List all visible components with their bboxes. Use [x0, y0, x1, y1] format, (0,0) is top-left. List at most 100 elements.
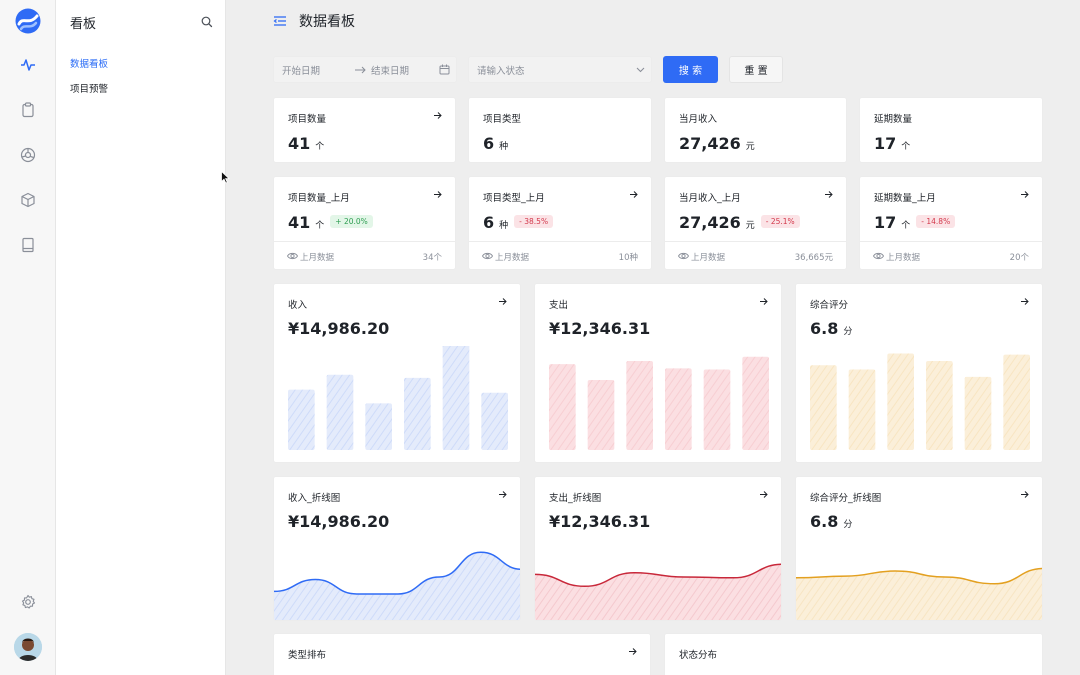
stat-number: 6	[483, 134, 495, 153]
chart-bar	[848, 369, 876, 450]
search-icon[interactable]	[200, 14, 214, 28]
arrow-right-icon[interactable]	[1019, 296, 1030, 307]
arrow-right-icon[interactable]	[497, 296, 508, 307]
change-badge: + 20.0%	[330, 215, 373, 228]
stat-title: 延期数量_上月	[874, 193, 936, 204]
activity-icon[interactable]	[19, 56, 37, 74]
nav-item-project-alert[interactable]: 项目预警	[70, 81, 108, 95]
status-select[interactable]: 请输入状态	[468, 56, 652, 83]
date-range-picker[interactable]: 开始日期 结束日期	[273, 56, 457, 83]
secondary-nav: 看板 数据看板 项目预警	[56, 0, 226, 675]
arrow-right-icon[interactable]	[1019, 189, 1030, 200]
card-title: 类型排布	[288, 650, 327, 661]
stat-card[interactable]: 延期数量 17 个	[859, 97, 1043, 163]
book-icon[interactable]	[19, 236, 37, 254]
eye-icon	[287, 252, 298, 260]
chart-bar	[326, 374, 354, 450]
bar-chart-card[interactable]: 综合评分 6.8 分	[795, 283, 1043, 463]
compare-stat-card[interactable]: 项目类型_上月 6种 - 38.5% 上月数据 10种	[468, 176, 652, 270]
arrow-right-icon[interactable]	[627, 646, 638, 657]
user-avatar[interactable]	[14, 633, 42, 661]
stat-value: 41 个	[288, 134, 324, 153]
card-footer: 上月数据 10种	[469, 241, 651, 269]
line-chart-card[interactable]: 支出_折线图 ¥12,346.31	[534, 476, 782, 621]
eye-icon	[482, 252, 493, 260]
chevron-down-icon	[636, 67, 645, 73]
compare-stat-card[interactable]: 当月收入_上月 27,426 元 - 25.1% 上月数据 36,665元	[664, 176, 847, 270]
card-title: 支出_折线图	[549, 493, 602, 504]
stat-card[interactable]: 项目类型 6种	[468, 97, 652, 163]
change-badge: - 14.8%	[916, 215, 956, 228]
chart-bar	[742, 356, 769, 450]
distribution-card[interactable]: 状态分布	[664, 633, 1043, 675]
card-footer: 上月数据 34个	[274, 241, 455, 269]
card-number: ¥14,986.20	[288, 319, 390, 338]
stat-title: 延期数量	[874, 114, 913, 125]
stat-unit: 个	[901, 142, 911, 152]
stat-value: 17 个 - 14.8%	[874, 213, 956, 232]
menu-fold-icon[interactable]	[273, 14, 287, 28]
clipboard-icon[interactable]	[19, 101, 37, 119]
arrow-right-icon[interactable]	[432, 189, 443, 200]
stat-card[interactable]: 当月收入 27,426 元	[664, 97, 847, 163]
chart-bar	[810, 365, 837, 450]
footer-value: 34个	[422, 253, 442, 263]
line-chart-card[interactable]: 综合评分_折线图 6.8 分	[795, 476, 1043, 621]
footer-value: 36,665元	[794, 253, 833, 263]
arrow-right-icon[interactable]	[823, 189, 834, 200]
settings-icon[interactable]	[19, 593, 37, 611]
stat-unit: 个	[315, 221, 325, 231]
arrow-right-icon[interactable]	[758, 296, 769, 307]
line-chart-card[interactable]: 收入_折线图 ¥14,986.20	[273, 476, 521, 621]
stat-card[interactable]: 项目数量 41 个	[273, 97, 456, 163]
chart-area	[535, 564, 781, 620]
chart-bar	[703, 369, 731, 450]
arrow-right-icon[interactable]	[1019, 489, 1030, 500]
card-title: 收入_折线图	[288, 493, 341, 504]
stat-value: 6种 - 38.5%	[483, 213, 554, 232]
bar-chart-card[interactable]: 收入 ¥14,986.20	[273, 283, 521, 463]
stat-number: 17	[874, 213, 897, 232]
arrow-right-icon[interactable]	[432, 110, 443, 121]
card-footer: 上月数据 20个	[860, 241, 1042, 269]
compare-stat-card[interactable]: 项目数量_上月 41 个 + 20.0% 上月数据 34个	[273, 176, 456, 270]
stat-number: 17	[874, 134, 897, 153]
distribution-card[interactable]: 类型排布	[273, 633, 651, 675]
card-value: 6.8 分	[810, 512, 852, 531]
footer-value: 20个	[1009, 253, 1029, 263]
chart-bar	[365, 403, 392, 450]
compare-stat-card[interactable]: 延期数量_上月 17 个 - 14.8% 上月数据 20个	[859, 176, 1043, 270]
eye-icon	[678, 252, 689, 260]
arrow-right-icon[interactable]	[497, 489, 508, 500]
stat-unit: 个	[901, 221, 911, 231]
chart-bar	[964, 376, 992, 450]
footer-value: 10种	[618, 253, 638, 263]
end-date-input[interactable]: 结束日期	[371, 63, 409, 77]
nav-section-title: 看板	[70, 17, 97, 32]
chart-bar	[626, 360, 653, 450]
chart-bar	[887, 353, 914, 450]
calendar-icon	[439, 64, 450, 75]
card-number: ¥12,346.31	[549, 512, 651, 531]
bar-chart-card[interactable]: 支出 ¥12,346.31	[534, 283, 782, 463]
arrow-right-icon[interactable]	[758, 489, 769, 500]
arrow-right-icon[interactable]	[628, 189, 639, 200]
card-title: 收入	[288, 300, 308, 311]
eye-icon	[873, 252, 884, 260]
area-chart	[796, 567, 1042, 620]
card-number: 6.8	[810, 319, 839, 338]
icon-rail	[0, 0, 56, 675]
reset-button[interactable]: 重 置	[729, 56, 783, 83]
app-logo-icon[interactable]	[15, 8, 41, 34]
main-content: 数据看板 开始日期 结束日期 请输入状态 搜 索 重 置 项目数量 41 个 项目…	[226, 0, 1080, 675]
nav-item-dashboard[interactable]: 数据看板	[70, 56, 108, 70]
start-date-input[interactable]: 开始日期	[282, 63, 320, 77]
aperture-icon[interactable]	[19, 146, 37, 164]
box-icon[interactable]	[19, 191, 37, 209]
chart-bar	[288, 389, 315, 450]
stat-number: 27,426	[679, 213, 741, 232]
stat-number: 27,426	[679, 134, 741, 153]
search-button[interactable]: 搜 索	[663, 56, 718, 83]
card-title: 综合评分	[810, 300, 849, 311]
stat-value: 41 个 + 20.0%	[288, 213, 373, 232]
